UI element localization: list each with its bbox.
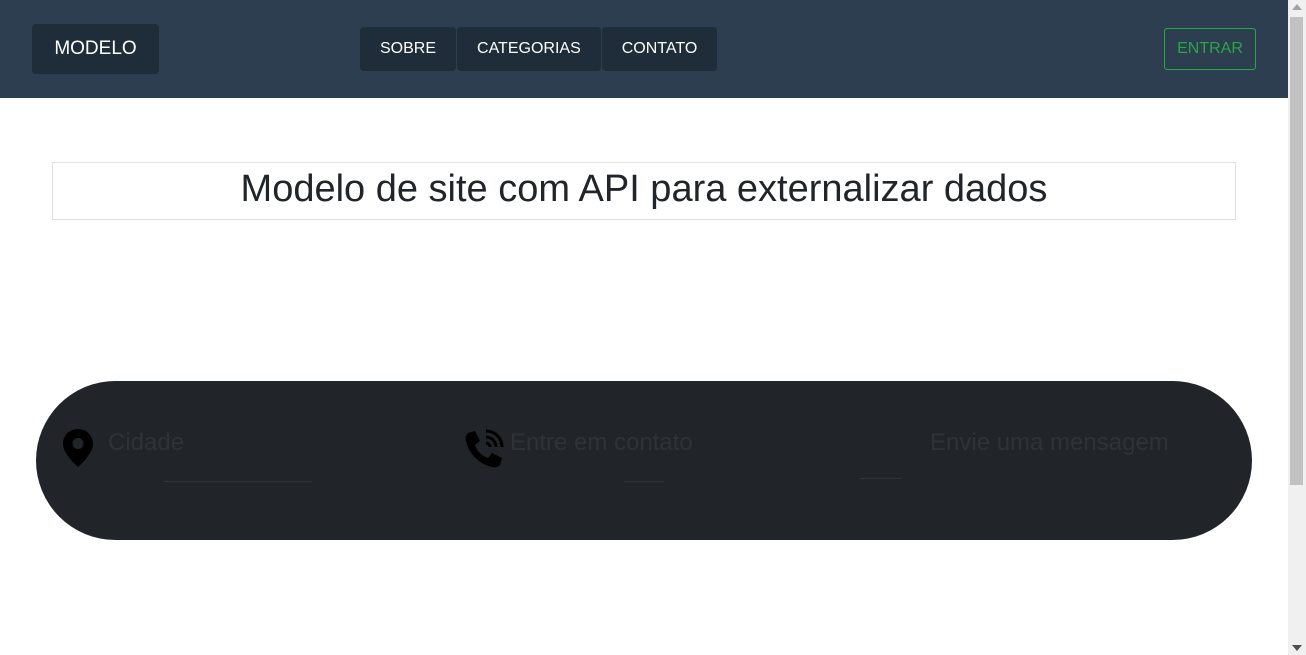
- page: MODELO SOBRE CATEGORIAS CONTATO ENTRAR M…: [0, 0, 1306, 655]
- headline-box: Modelo de site com API para externalizar…: [52, 162, 1236, 220]
- scroll-up-arrow-icon[interactable]: [1292, 4, 1302, 10]
- navbar: MODELO SOBRE CATEGORIAS CONTATO ENTRAR: [0, 0, 1288, 98]
- login-button[interactable]: ENTRAR: [1164, 28, 1256, 70]
- nav-link-categorias[interactable]: CATEGORIAS: [457, 27, 602, 71]
- divider: [624, 481, 664, 482]
- nav-link-sobre[interactable]: SOBRE: [360, 27, 458, 71]
- phone-call-icon: [465, 429, 504, 468]
- contact-item-label: Envie uma mensagem: [930, 429, 1169, 456]
- contact-item-label: Entre em contato: [510, 429, 693, 456]
- contact-item-city: Cidade: [60, 427, 184, 471]
- contact-item-message[interactable]: Envie uma mensagem: [930, 427, 1169, 459]
- divider: [860, 478, 902, 479]
- page-title: Modelo de site com API para externalizar…: [240, 168, 1048, 210]
- nav-link-contato[interactable]: CONTATO: [601, 27, 719, 71]
- contact-item-phone: Entre em contato: [462, 427, 693, 471]
- brand-logo[interactable]: MODELO: [32, 24, 159, 74]
- divider: [164, 481, 312, 482]
- location-pin-icon: [63, 429, 93, 467]
- contact-band: Cidade Entre em contato Envie uma mensag…: [36, 381, 1252, 540]
- scroll-thumb[interactable]: [1290, 17, 1303, 485]
- nav-links: SOBRE CATEGORIAS CONTATO: [360, 27, 719, 71]
- scroll-down-arrow-icon[interactable]: [1292, 645, 1302, 651]
- contact-item-label: Cidade: [108, 429, 185, 456]
- scrollbar[interactable]: [1288, 0, 1306, 655]
